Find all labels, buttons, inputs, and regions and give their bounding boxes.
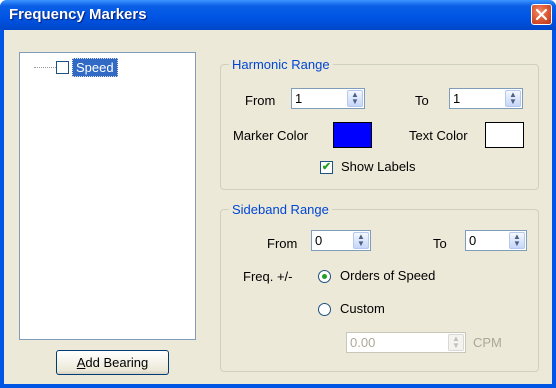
show-labels-checkbox[interactable]: ✔ bbox=[320, 161, 333, 174]
dialog-body: Speed Add Bearing Harmonic Range From 1 … bbox=[4, 30, 552, 384]
sideband-to-stepper[interactable]: 0 ▲ ▼ bbox=[465, 230, 527, 251]
harmonic-from-spin-buttons[interactable]: ▲ ▼ bbox=[347, 90, 363, 107]
tree-item-checkbox-speed[interactable] bbox=[56, 61, 69, 74]
text-color-label: Text Color bbox=[409, 128, 468, 143]
marker-color-label: Marker Color bbox=[233, 128, 309, 143]
check-icon: ✔ bbox=[321, 161, 332, 173]
sideband-range-group: Sideband Range From 0 ▲ ▼ To 0 ▲ ▼ Freq.… bbox=[220, 202, 539, 372]
harmonic-from-stepper[interactable]: 1 ▲ ▼ bbox=[291, 88, 365, 109]
tree-item-speed[interactable]: Speed bbox=[72, 58, 118, 77]
harmonic-to-stepper[interactable]: 1 ▲ ▼ bbox=[449, 88, 523, 109]
spin-down-icon[interactable]: ▼ bbox=[510, 240, 524, 248]
marker-color-swatch[interactable] bbox=[333, 122, 372, 148]
frequency-markers-window: Frequency Markers Speed Add Bearing Harm… bbox=[0, 0, 556, 388]
sideband-to-value: 0 bbox=[469, 233, 477, 248]
add-bearing-label: dd Bearing bbox=[85, 355, 149, 370]
freq-plus-minus-label: Freq. +/- bbox=[243, 269, 293, 284]
spin-down-icon[interactable]: ▼ bbox=[354, 240, 368, 248]
orders-of-speed-radio[interactable] bbox=[318, 270, 331, 283]
harmonic-range-group: Harmonic Range From 1 ▲ ▼ To 1 ▲ ▼ Marke… bbox=[220, 57, 539, 190]
spin-down-icon[interactable]: ▼ bbox=[348, 98, 362, 106]
sideband-range-title: Sideband Range bbox=[229, 202, 332, 217]
sideband-from-stepper[interactable]: 0 ▲ ▼ bbox=[311, 230, 371, 251]
custom-cpm-value: 0.00 bbox=[350, 335, 376, 350]
title-bar[interactable]: Frequency Markers bbox=[0, 0, 556, 30]
bearing-tree[interactable]: Speed bbox=[19, 52, 196, 340]
text-color-swatch[interactable] bbox=[485, 122, 524, 148]
sideband-to-spin-buttons[interactable]: ▲ ▼ bbox=[509, 232, 525, 249]
close-button[interactable] bbox=[531, 4, 552, 25]
spin-down-icon[interactable]: ▼ bbox=[506, 98, 520, 106]
custom-radio[interactable] bbox=[318, 303, 331, 316]
sideband-from-label: From bbox=[267, 236, 298, 251]
window-title: Frequency Markers bbox=[9, 6, 147, 23]
spin-down-icon[interactable]: ▼ bbox=[449, 342, 463, 350]
radio-selected-dot bbox=[322, 274, 327, 279]
custom-label[interactable]: Custom bbox=[340, 301, 385, 317]
harmonic-to-spin-buttons[interactable]: ▲ ▼ bbox=[505, 90, 521, 107]
show-labels-label[interactable]: Show Labels bbox=[341, 159, 415, 175]
harmonic-from-value: 1 bbox=[295, 91, 303, 106]
harmonic-to-value: 1 bbox=[453, 91, 461, 106]
custom-cpm-stepper[interactable]: 0.00 ▲ ▼ bbox=[346, 332, 466, 353]
custom-cpm-spin-buttons[interactable]: ▲ ▼ bbox=[448, 334, 464, 351]
add-bearing-button[interactable]: Add Bearing bbox=[56, 350, 169, 375]
sideband-from-spin-buttons[interactable]: ▲ ▼ bbox=[353, 232, 369, 249]
tree-connector-line bbox=[34, 67, 56, 68]
orders-of-speed-label[interactable]: Orders of Speed bbox=[340, 268, 435, 284]
harmonic-range-title: Harmonic Range bbox=[229, 57, 333, 72]
close-icon bbox=[535, 8, 548, 21]
harmonic-to-label: To bbox=[415, 93, 429, 108]
sideband-to-label: To bbox=[433, 236, 447, 251]
sideband-from-value: 0 bbox=[315, 233, 323, 248]
harmonic-from-label: From bbox=[245, 93, 276, 108]
cpm-unit-label: CPM bbox=[473, 335, 502, 350]
